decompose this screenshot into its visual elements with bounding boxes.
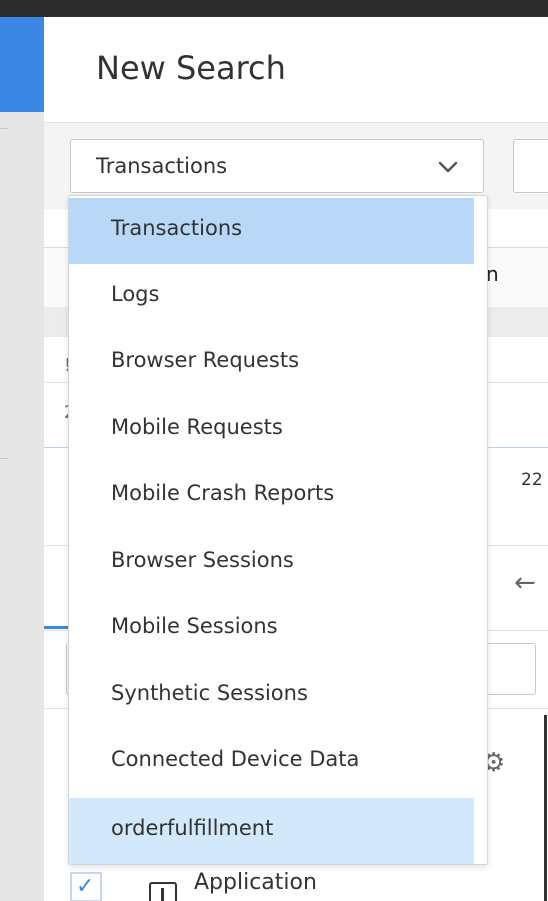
- option-label: Transactions: [111, 216, 243, 240]
- dropdown-option-logs[interactable]: Logs: [69, 264, 474, 330]
- checkmark-icon: ✓: [76, 874, 95, 899]
- option-label: Connected Device Data: [111, 747, 360, 771]
- field-label: Application: [194, 870, 317, 895]
- chevron-down-icon: [438, 161, 458, 173]
- secondary-field[interactable]: [513, 139, 548, 193]
- dropdown-option-synthetic-sessions[interactable]: Synthetic Sessions: [69, 663, 474, 729]
- scrollbar[interactable]: [544, 715, 547, 901]
- option-label: Mobile Sessions: [111, 614, 278, 638]
- info-box-icon: [149, 882, 177, 901]
- option-label: orderfulfillment: [111, 816, 274, 840]
- left-nav-active-item[interactable]: [0, 17, 44, 112]
- option-label: Synthetic Sessions: [111, 681, 308, 705]
- left-nav-divider: [0, 128, 8, 129]
- application-checkbox[interactable]: ✓: [70, 872, 102, 901]
- row-number: 22: [521, 470, 543, 490]
- search-type-value: Transactions: [96, 154, 228, 178]
- top-bar: [0, 0, 548, 17]
- option-label: Mobile Crash Reports: [111, 481, 335, 505]
- option-label: Mobile Requests: [111, 415, 283, 439]
- search-type-dropdown-menu: Transactions Logs Browser Requests Mobil…: [68, 195, 488, 865]
- dropdown-option-transactions[interactable]: Transactions: [69, 198, 474, 264]
- dropdown-option-browser-sessions[interactable]: Browser Sessions: [69, 530, 474, 596]
- page-title: New Search: [96, 49, 286, 87]
- search-type-select[interactable]: Transactions: [70, 139, 484, 193]
- dropdown-option-orderfulfillment[interactable]: orderfulfillment: [69, 798, 474, 864]
- option-label: Logs: [111, 282, 160, 306]
- dropdown-option-mobile-sessions[interactable]: Mobile Sessions: [69, 596, 474, 662]
- dropdown-option-browser-requests[interactable]: Browser Requests: [69, 330, 474, 396]
- dropdown-option-mobile-crash-reports[interactable]: Mobile Crash Reports: [69, 463, 474, 529]
- arrow-left-icon[interactable]: ←: [514, 568, 536, 598]
- dropdown-option-connected-device-data[interactable]: Connected Device Data: [69, 729, 474, 795]
- dropdown-option-mobile-requests[interactable]: Mobile Requests: [69, 397, 474, 463]
- left-nav-divider: [0, 458, 8, 459]
- left-nav: [0, 17, 44, 901]
- option-label: Browser Requests: [111, 348, 300, 372]
- option-label: Browser Sessions: [111, 548, 294, 572]
